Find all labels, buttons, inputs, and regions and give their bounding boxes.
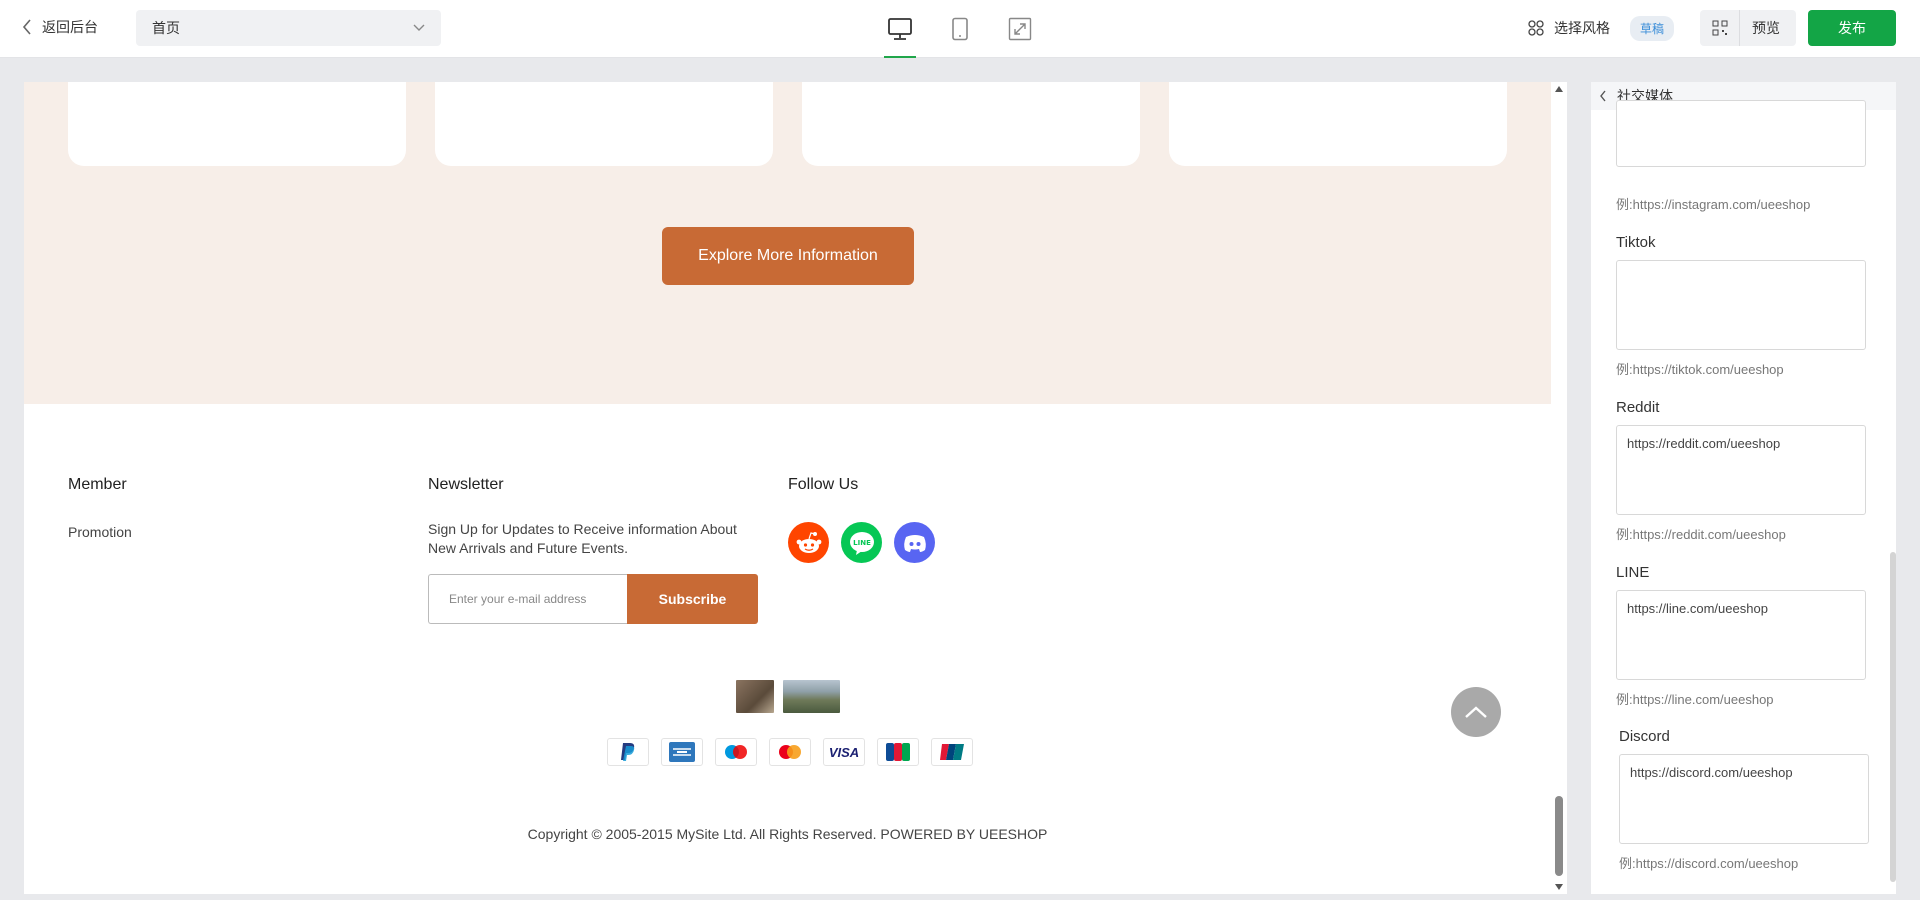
page-select-value: 首页	[152, 20, 180, 36]
choose-style-button[interactable]: 选择风格	[1528, 18, 1610, 38]
reddit-label: Reddit	[1616, 399, 1660, 416]
choose-style-label: 选择风格	[1553, 20, 1610, 36]
svg-text:LINE: LINE	[853, 539, 871, 547]
jcb-icon	[877, 738, 919, 766]
line-icon[interactable]: LINE	[841, 522, 882, 563]
newsletter-description: Sign Up for Updates to Receive informati…	[428, 521, 737, 556]
promo-card[interactable]	[802, 82, 1140, 166]
settings-panel: 社交媒体 例:https://instagram.com/ueeshop Tik…	[1591, 82, 1896, 894]
discord-label: Discord	[1619, 728, 1670, 745]
scroll-down-arrow[interactable]	[1555, 884, 1563, 890]
qr-code-icon	[1712, 20, 1727, 36]
newsletter-email-input[interactable]	[428, 574, 628, 624]
tiktok-url-input[interactable]	[1616, 260, 1866, 350]
tiktok-label: Tiktok	[1616, 234, 1656, 251]
copyright-text: Copyright © 2005-2015 MySite Ltd. All Ri…	[527, 826, 1048, 842]
desktop-icon	[888, 18, 912, 40]
discord-icon[interactable]	[894, 522, 935, 563]
chevron-up-icon	[1465, 706, 1487, 718]
paypal-icon	[607, 738, 649, 766]
amex-icon	[661, 738, 703, 766]
unionpay-icon	[931, 738, 973, 766]
fullscreen-button[interactable]	[1004, 0, 1036, 58]
chevron-down-icon	[413, 24, 425, 31]
discord-hint: 例:https://discord.com/ueeshop	[1619, 856, 1799, 871]
scroll-up-arrow[interactable]	[1555, 86, 1563, 92]
canvas-scrollbar[interactable]	[1551, 82, 1567, 894]
visa-label: VISA	[828, 744, 860, 760]
preview-group: 预览	[1700, 10, 1796, 46]
chevron-left-icon	[22, 19, 31, 35]
tiktok-hint: 例:https://tiktok.com/ueeshop	[1616, 362, 1784, 377]
mastercard-icon	[769, 738, 811, 766]
line-label: LINE	[1616, 564, 1650, 581]
top-toolbar: 返回后台 首页 选择风格 草稿 预览 发布	[0, 0, 1920, 58]
reddit-icon[interactable]	[788, 522, 829, 563]
back-to-top-button[interactable]	[1451, 687, 1501, 737]
page-select[interactable]: 首页	[136, 10, 441, 46]
promo-card[interactable]	[1169, 82, 1507, 166]
maestro-icon	[715, 738, 757, 766]
footer-image-thumbnail[interactable]	[736, 680, 774, 713]
publish-button[interactable]: 发布	[1808, 10, 1896, 46]
back-label: 返回后台	[42, 19, 98, 35]
visa-icon: VISA	[823, 738, 865, 766]
page-preview-canvas: Explore More Information Member Promotio…	[24, 82, 1551, 894]
promo-card[interactable]	[68, 82, 406, 166]
back-to-admin-link[interactable]: 返回后台	[22, 17, 98, 37]
explore-more-button[interactable]: Explore More Information	[662, 227, 914, 285]
subscribe-button[interactable]: Subscribe	[627, 574, 758, 624]
grid-icon	[1528, 20, 1544, 36]
newsletter-title: Newsletter	[428, 476, 504, 493]
mobile-icon	[952, 17, 968, 41]
promo-section: Explore More Information	[24, 82, 1551, 404]
discord-url-input[interactable]: https://discord.com/ueeshop	[1619, 754, 1869, 844]
preview-button[interactable]: 预览	[1740, 10, 1796, 46]
reddit-url-input[interactable]: https://reddit.com/ueeshop	[1616, 425, 1866, 515]
follow-us-title: Follow Us	[788, 476, 859, 493]
panel-scrollbar[interactable]	[1890, 552, 1896, 882]
qr-preview-button[interactable]	[1700, 10, 1740, 46]
payment-methods: VISA	[607, 738, 973, 766]
desktop-view-button[interactable]	[884, 0, 916, 58]
member-title: Member	[68, 476, 127, 493]
reddit-hint: 例:https://reddit.com/ueeshop	[1616, 527, 1786, 542]
device-switcher	[884, 0, 1036, 58]
top-actions: 选择风格 草稿 预览 发布	[1528, 10, 1896, 46]
draft-status-badge: 草稿	[1629, 15, 1674, 41]
scrollbar-thumb[interactable]	[1555, 796, 1563, 876]
social-icons: LINE	[788, 522, 935, 563]
instagram-hint: 例:https://instagram.com/ueeshop	[1616, 197, 1811, 212]
instagram-url-input[interactable]	[1616, 100, 1866, 167]
line-url-input[interactable]: https://line.com/ueeshop	[1616, 590, 1866, 680]
line-hint: 例:https://line.com/ueeshop	[1616, 692, 1774, 707]
footer-image-thumbnail[interactable]	[783, 680, 840, 713]
mobile-view-button[interactable]	[944, 0, 976, 58]
footer-link-promotion[interactable]: Promotion	[68, 524, 132, 540]
chevron-left-icon	[1600, 90, 1606, 102]
promo-card[interactable]	[435, 82, 773, 166]
expand-icon	[1008, 17, 1032, 41]
